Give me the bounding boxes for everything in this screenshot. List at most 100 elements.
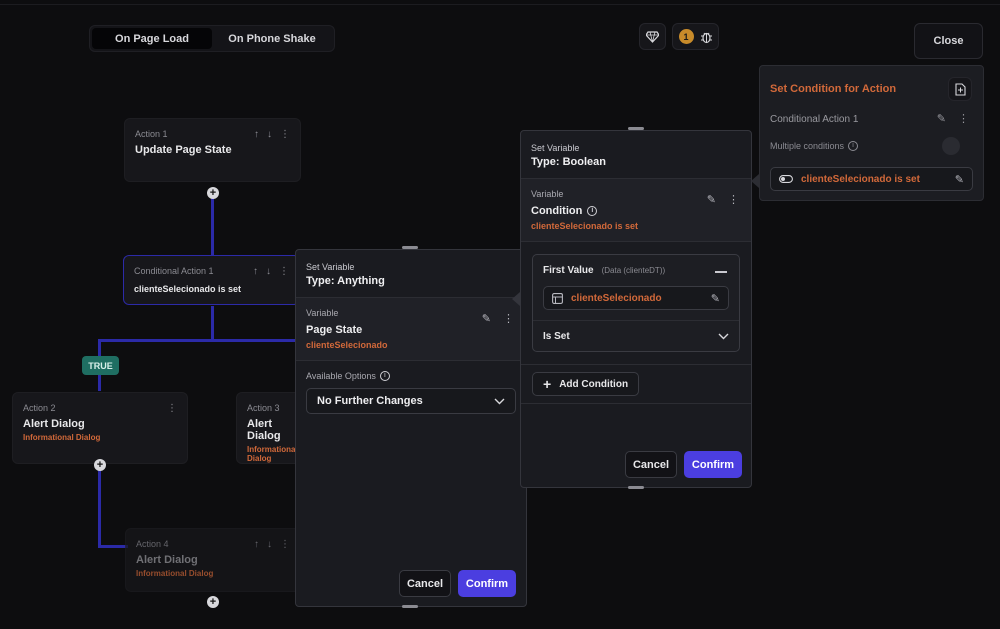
gem-button[interactable] [639, 23, 666, 50]
wire [98, 545, 128, 548]
edit-pencil-icon[interactable]: ✎ [937, 112, 946, 125]
tab-on-page-load[interactable]: On Page Load [92, 28, 212, 49]
multiple-conditions-toggle[interactable] [942, 137, 960, 155]
confirm-button[interactable]: Confirm [458, 570, 516, 597]
operator-select[interactable]: Is Set [533, 321, 739, 351]
node-subtitle: Informational Dialog [247, 445, 298, 463]
edit-pencil-icon[interactable]: ✎ [482, 312, 491, 325]
drag-handle[interactable] [628, 127, 644, 130]
node-subtitle: Informational Dialog [23, 433, 101, 442]
first-value-chip: clienteSelecionado [571, 292, 662, 304]
add-condition-label: Add Condition [559, 378, 629, 390]
arrow-up-icon[interactable]: ↑ [254, 539, 259, 550]
panel-type: Type: Boolean [531, 156, 606, 168]
conditional-action-node[interactable]: Conditional Action 1 clienteSelecionado … [123, 255, 300, 305]
edit-pencil-icon[interactable]: ✎ [711, 292, 720, 305]
action-node-2[interactable]: Action 2 Alert Dialog Informational Dial… [12, 392, 188, 464]
edit-pencil-icon[interactable]: ✎ [707, 193, 716, 206]
more-vertical-icon[interactable]: ⋮ [280, 129, 290, 140]
info-icon: i [587, 206, 598, 216]
add-action-plus-icon[interactable]: + [207, 187, 219, 199]
node-title: Alert Dialog [247, 418, 281, 442]
chevron-down-icon [718, 333, 729, 339]
wire [211, 196, 214, 256]
edit-pencil-icon[interactable]: ✎ [955, 173, 964, 186]
more-vertical-icon[interactable]: ⋮ [728, 193, 739, 206]
node-label: Action 2 [23, 403, 56, 413]
info-icon: i [848, 141, 859, 151]
toggle-switch-icon [779, 175, 793, 183]
confirm-button[interactable]: Confirm [684, 451, 742, 478]
node-subtitle: Informational Dialog [136, 569, 214, 578]
panel-pointer [751, 174, 759, 188]
arrow-up-icon[interactable]: ↑ [253, 266, 258, 277]
panel-kicker: Set Variable [306, 262, 355, 272]
drag-handle[interactable] [628, 486, 644, 489]
variable-title: Condition [531, 205, 583, 217]
condition-chip-field[interactable]: clienteSelecionado is set ✎ [770, 167, 973, 191]
node-title: Update Page State [135, 144, 232, 156]
true-branch-tag: TRUE [82, 356, 119, 375]
variable-section[interactable]: Variable Condition i clienteSelecionado i… [521, 179, 751, 242]
wire [98, 339, 298, 342]
arrow-down-icon[interactable]: ↓ [267, 539, 272, 550]
options-select[interactable]: No Further Changes [306, 388, 516, 414]
condition-chip: clienteSelecionado is set [801, 173, 920, 185]
action-node-4[interactable]: Action 4 Alert Dialog Informational Dial… [125, 528, 301, 592]
set-variable-panel: Set Variable Type: Anything Variable Pag… [295, 249, 527, 607]
add-action-plus-icon[interactable]: + [207, 596, 219, 608]
arrow-down-icon[interactable]: ↓ [266, 266, 271, 277]
more-vertical-icon[interactable]: ⋮ [280, 539, 290, 550]
drag-handle[interactable] [402, 246, 418, 249]
close-button[interactable]: Close [914, 23, 983, 59]
remove-minus-icon[interactable] [715, 271, 727, 273]
add-condition-button[interactable]: + Add Condition [532, 372, 640, 396]
options-section: Available Options i No Further Changes [296, 361, 526, 424]
action-name: Conditional Action 1 [770, 114, 859, 125]
first-value-field[interactable]: clienteSelecionado ✎ [543, 286, 729, 310]
tab-on-phone-shake[interactable]: On Phone Shake [212, 28, 332, 49]
variable-value: clienteSelecionado is set [531, 221, 639, 231]
node-condition: clienteSelecionado is set [134, 284, 242, 294]
first-value-hint: (Data (clienteDT)) [601, 266, 666, 275]
selected-option: No Further Changes [317, 395, 423, 407]
set-condition-panel: Set Condition for Action Conditional Act… [759, 65, 984, 201]
cancel-button[interactable]: Cancel [625, 451, 677, 478]
panel-kicker: Set Variable [531, 143, 580, 153]
more-vertical-icon[interactable]: ⋮ [167, 403, 177, 414]
set-variable-boolean-panel: Set Variable Type: Boolean Variable Cond… [520, 130, 752, 488]
chevron-down-icon [494, 398, 505, 404]
panel-header: Set Variable Type: Boolean [521, 131, 751, 179]
more-vertical-icon[interactable]: ⋮ [279, 266, 289, 277]
panel-header: Set Variable Type: Anything [296, 250, 526, 298]
cancel-button[interactable]: Cancel [399, 570, 451, 597]
node-label: Action 3 [247, 403, 280, 413]
drag-handle[interactable] [402, 605, 418, 608]
more-vertical-icon[interactable]: ⋮ [958, 112, 969, 125]
first-value-label: First Value [543, 265, 594, 276]
debug-button[interactable]: 1 [672, 23, 719, 50]
panel-type: Type: Anything [306, 275, 385, 287]
arrow-up-icon[interactable]: ↑ [254, 129, 259, 140]
variable-value: clienteSelecionado [306, 340, 388, 350]
document-add-icon [954, 82, 966, 96]
trigger-tabs: On Page Load On Phone Shake [89, 25, 335, 52]
multiple-conditions-label: Multiple conditions [770, 141, 845, 151]
debug-count-badge: 1 [678, 29, 694, 44]
wire [98, 470, 101, 548]
node-title: Alert Dialog [136, 554, 198, 566]
data-table-icon [552, 292, 563, 304]
panel-title: Set Condition for Action [770, 83, 897, 95]
more-vertical-icon[interactable]: ⋮ [503, 312, 514, 325]
panel-pointer [512, 292, 520, 306]
action-node-1[interactable]: Action 1 Update Page State ↑ ↓ ⋮ [124, 118, 301, 182]
add-action-plus-icon[interactable]: + [94, 459, 106, 471]
operator-value: Is Set [543, 330, 570, 342]
variable-section[interactable]: Variable Page State clienteSelecionado ✎… [296, 298, 526, 361]
arrow-down-icon[interactable]: ↓ [267, 129, 272, 140]
top-divider [0, 4, 1000, 5]
condition-builder: First Value (Data (clienteDT)) clienteSe… [532, 254, 740, 352]
node-title: Alert Dialog [23, 418, 85, 430]
add-note-button[interactable] [948, 77, 972, 101]
wire [211, 306, 214, 341]
